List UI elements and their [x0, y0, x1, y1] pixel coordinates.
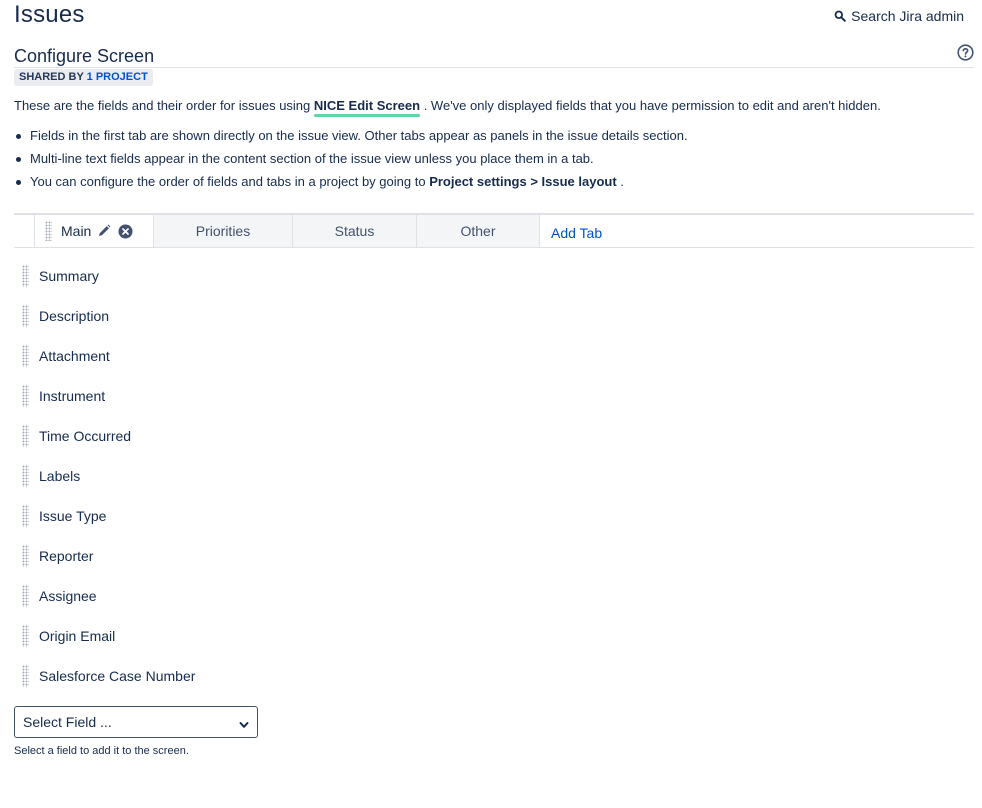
field-row-salesforce-case-number[interactable]: Salesforce Case Number — [22, 656, 962, 696]
drag-handle-icon[interactable] — [22, 545, 29, 567]
drag-handle-icon[interactable] — [22, 505, 29, 527]
delete-tab-icon[interactable] — [118, 224, 133, 239]
select-field-dropdown[interactable]: Select Field ... — [14, 706, 258, 738]
field-list: Summary Description Attachment Instrumen… — [22, 256, 962, 696]
select-field-hint: Select a field to add it to the screen. — [14, 745, 189, 757]
tab-priorities[interactable]: Priorities — [154, 215, 293, 247]
drag-handle-icon[interactable] — [22, 425, 29, 447]
field-label: Origin Email — [39, 628, 116, 644]
screen-name: NICE Edit Screen — [313, 98, 421, 113]
configure-screen-header: Configure Screen — [14, 44, 974, 68]
field-label: Salesforce Case Number — [39, 668, 196, 684]
field-label: Issue Type — [39, 508, 107, 524]
help-icon[interactable] — [957, 44, 974, 61]
bullet-multiline: Multi-line text fields appear in the con… — [14, 151, 688, 174]
field-label: Time Occurred — [39, 428, 132, 444]
issue-layout-text: Issue layout — [541, 174, 617, 189]
bullet-first-tab: Fields in the first tab are shown direct… — [14, 128, 688, 151]
intro-text: These are the fields and their order for… — [14, 98, 881, 114]
shared-projects-link[interactable]: 1 PROJECT — [87, 71, 148, 83]
tab-main-label: Main — [61, 223, 92, 239]
tab-main[interactable]: Main — [34, 215, 154, 247]
drag-handle-icon[interactable] — [22, 465, 29, 487]
tab-other-label: Other — [460, 223, 496, 239]
drag-handle-icon[interactable] — [22, 585, 29, 607]
page-title: Issues — [14, 1, 85, 28]
search-jira-admin-link[interactable]: Search Jira admin — [834, 8, 964, 24]
shared-by-label: SHARED BY — [19, 71, 84, 83]
field-label: Assignee — [39, 588, 97, 604]
shared-by-badge: SHARED BY 1 PROJECT — [14, 69, 153, 86]
field-row-origin-email[interactable]: Origin Email — [22, 616, 962, 656]
drag-handle-icon[interactable] — [22, 625, 29, 647]
drag-handle-icon[interactable] — [22, 665, 29, 687]
tab-priorities-label: Priorities — [195, 223, 251, 239]
edit-pencil-icon[interactable] — [97, 224, 111, 238]
field-row-issue-type[interactable]: Issue Type — [22, 496, 962, 536]
drag-handle-icon[interactable] — [22, 305, 29, 327]
field-row-attachment[interactable]: Attachment — [22, 336, 962, 376]
drag-handle-icon[interactable] — [45, 221, 52, 241]
field-row-reporter[interactable]: Reporter — [22, 536, 962, 576]
field-row-labels[interactable]: Labels — [22, 456, 962, 496]
drag-handle-icon[interactable] — [22, 385, 29, 407]
drag-handle-icon[interactable] — [22, 345, 29, 367]
field-row-description[interactable]: Description — [22, 296, 962, 336]
chevron-down-icon — [239, 717, 249, 733]
field-label: Summary — [39, 268, 99, 284]
field-label: Instrument — [39, 388, 106, 404]
field-row-summary[interactable]: Summary — [22, 256, 962, 296]
field-row-time-occurred[interactable]: Time Occurred — [22, 416, 962, 456]
section-title: Configure Screen — [14, 46, 155, 66]
intro-after: . We've only displayed fields that you h… — [420, 98, 881, 113]
search-jira-admin-label: Search Jira admin — [851, 8, 964, 24]
search-icon — [834, 10, 846, 22]
field-label: Labels — [39, 468, 81, 484]
tab-other[interactable]: Other — [417, 215, 540, 247]
field-label: Reporter — [39, 548, 94, 564]
bullet-configure-end: . — [616, 174, 624, 189]
intro-before: These are the fields and their order for… — [14, 98, 314, 113]
select-field-value: Select Field ... — [23, 714, 112, 730]
breadcrumb-separator: > — [526, 174, 542, 189]
field-label: Attachment — [39, 348, 110, 364]
tab-status[interactable]: Status — [293, 215, 417, 247]
tab-status-label: Status — [334, 223, 375, 239]
info-bullets: Fields in the first tab are shown direct… — [14, 128, 688, 197]
field-row-instrument[interactable]: Instrument — [22, 376, 962, 416]
bullet-configure-order: You can configure the order of fields an… — [14, 174, 688, 197]
field-row-assignee[interactable]: Assignee — [22, 576, 962, 616]
project-settings-text: Project settings — [429, 174, 527, 189]
drag-handle-icon[interactable] — [22, 265, 29, 287]
screen-tabs: Main Priorities Status Other Add Tab — [14, 213, 974, 248]
add-tab-link[interactable]: Add Tab — [551, 225, 602, 241]
bullet-configure-text: You can configure the order of fields an… — [30, 174, 430, 189]
field-label: Description — [39, 308, 110, 324]
